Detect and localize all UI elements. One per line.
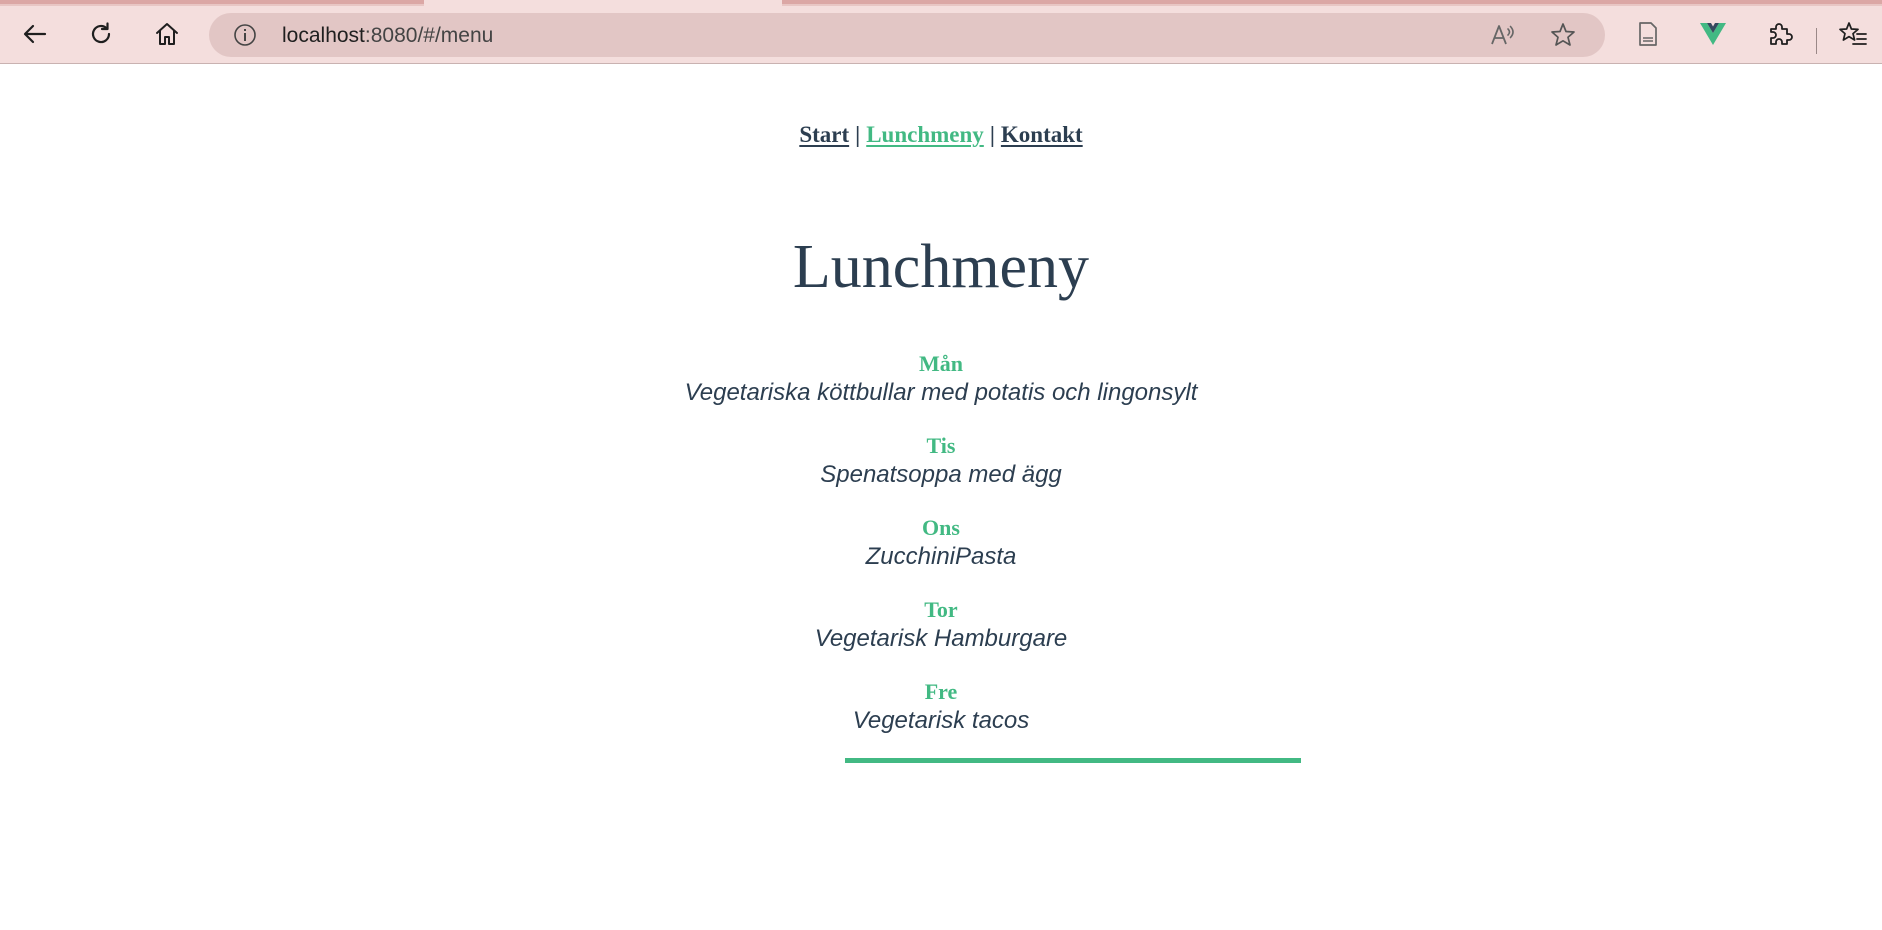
page-button[interactable] [1627,14,1669,54]
menu-divider [845,758,1301,763]
url-host: localhost [282,24,365,47]
extensions-button[interactable] [1759,14,1801,54]
menu-dish: Spenatsoppa med ägg [820,461,1062,488]
favorites-button[interactable] [1832,14,1874,54]
favorite-button[interactable] [1548,21,1578,49]
menu-item: Tis Spenatsoppa med ägg [0,432,1882,514]
menu-dish: ZucchiniPasta [865,543,1017,570]
reload-button[interactable] [80,14,122,54]
home-icon [156,23,178,45]
document-icon [1639,22,1657,46]
main-nav: Start | Lunchmeny | Kontakt [0,122,1882,148]
menu-day: Ons [922,515,960,540]
vue-devtools-button[interactable] [1692,14,1734,54]
back-arrow-icon [23,24,47,44]
menu-item: Fre Vegetarisk tacos [0,678,1882,760]
menu-item: Ons ZucchiniPasta [0,514,1882,596]
vue-logo-icon [1700,23,1726,45]
toolbar-divider [1816,28,1817,54]
home-button[interactable] [146,14,188,54]
menu-item: Tor Vegetarisk Hamburgare [0,596,1882,678]
browser-toolbar: localhost:8080/#/menu [0,6,1882,64]
puzzle-icon [1770,23,1793,45]
address-bar[interactable]: localhost:8080/#/menu [209,13,1605,57]
inactive-tab[interactable] [782,0,1882,4]
nav-link-start[interactable]: Start [799,122,849,147]
nav-link-lunchmeny[interactable]: Lunchmeny [866,122,984,147]
url-text[interactable]: localhost:8080/#/menu [282,24,493,48]
read-aloud-icon [1491,25,1514,45]
info-icon[interactable] [233,23,257,47]
menu-dish: Vegetariska köttbullar med potatis och l… [684,379,1198,406]
nav-separator: | [989,122,995,147]
back-button[interactable] [14,14,56,54]
menu-dish: Vegetarisk Hamburgare [814,625,1068,652]
read-aloud-button[interactable] [1488,21,1518,49]
url-path: :8080/#/menu [364,24,494,47]
lunch-menu-list: Mån Vegetariska köttbullar med potatis o… [0,350,1882,760]
menu-dish: Vegetarisk tacos [852,707,1030,734]
nav-separator: | [855,122,861,147]
reload-icon [91,22,111,44]
inactive-tab[interactable] [0,0,424,4]
star-icon [1551,23,1575,46]
favorites-icon [1839,22,1867,45]
menu-day: Fre [924,679,958,704]
menu-day: Tor [924,597,958,622]
page-title: Lunchmeny [792,233,1090,301]
menu-item: Mån Vegetariska köttbullar med potatis o… [0,350,1882,432]
menu-day: Mån [919,351,963,376]
page-content: Start | Lunchmeny | Kontakt Lunchmeny Mån Ve… [0,64,1882,930]
menu-day: Tis [926,433,956,458]
nav-link-kontakt[interactable]: Kontakt [1001,122,1083,147]
